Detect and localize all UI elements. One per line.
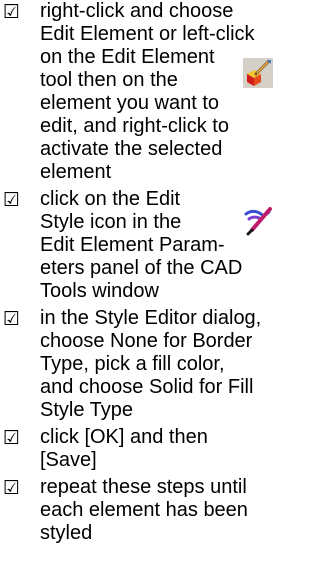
edit-element-tool-icon bbox=[243, 58, 273, 88]
list-item: ☑ right-click and choose Edit Element or… bbox=[0, 0, 275, 184]
list-item: ☑ click on the Edit Style icon in the Ed… bbox=[0, 188, 275, 303]
instruction-list: ☑ right-click and choose Edit Element or… bbox=[0, 0, 275, 545]
list-item-text: click on the Edit Style icon in the Edit… bbox=[40, 188, 243, 302]
list-item-text: repeat these steps until each element ha… bbox=[40, 476, 248, 544]
edit-style-icon bbox=[243, 206, 273, 236]
list-item: ☑ repeat these steps until each element … bbox=[0, 476, 275, 545]
list-item-text: click [OK] and then [Save] bbox=[40, 426, 208, 471]
list-item: ☑ click [OK] and then [Save] bbox=[0, 426, 275, 472]
list-item: ☑ in the Style Editor dialog, choose Non… bbox=[0, 307, 275, 422]
list-item-text: in the Style Editor dialog, choose None … bbox=[40, 307, 262, 421]
checkbox-icon: ☑ bbox=[3, 427, 21, 449]
checkbox-icon: ☑ bbox=[3, 308, 21, 330]
checkbox-icon: ☑ bbox=[3, 1, 21, 23]
checkbox-icon: ☑ bbox=[3, 189, 21, 211]
list-item-text: right-click and choose Edit Element or l… bbox=[40, 0, 255, 183]
checkbox-icon: ☑ bbox=[3, 477, 21, 499]
